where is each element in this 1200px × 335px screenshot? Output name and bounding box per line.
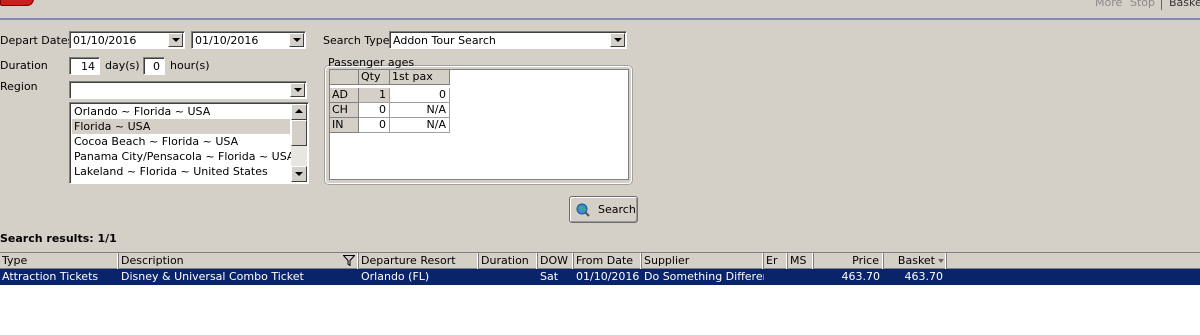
col-header-supplier[interactable]: Supplier [642, 253, 764, 269]
search-type-select[interactable]: Addon Tour Search [389, 31, 627, 49]
cell-basket: 463.70 [904, 270, 944, 283]
scroll-down-icon[interactable] [291, 166, 307, 182]
cell-from-date: 01/10/2016 [576, 270, 640, 283]
date-to-dropdown-icon[interactable] [289, 33, 304, 47]
stop-link[interactable]: Stop [1130, 0, 1155, 8]
top-toolbar: More Stop Basket [0, 0, 1200, 20]
sort-desc-icon [938, 259, 944, 263]
passenger-ages-grid[interactable]: Qty 1st pax AD 1 0 CH 0 N/A IN 0 N/A [329, 69, 629, 180]
search-globe-icon [576, 203, 590, 217]
hours-unit-label: hour(s) [170, 59, 210, 72]
days-unit-label: day(s) [105, 59, 140, 72]
depart-date-from-value: 01/10/2016 [73, 34, 137, 47]
col-header-price[interactable]: Price [814, 253, 884, 269]
col-header-type[interactable]: Type [0, 253, 119, 269]
region-option[interactable]: Cocoa Beach ~ Florida ~ USA [72, 134, 290, 149]
cell-duration [479, 269, 538, 285]
cell-dow: Sat [540, 270, 559, 283]
col-header-duration[interactable]: Duration [479, 253, 538, 269]
depart-date-from-picker[interactable]: 01/10/2016 [69, 31, 185, 49]
pax-row-type-ad: AD [330, 88, 359, 103]
duration-label: Duration [0, 59, 48, 72]
cell-er [764, 269, 788, 285]
pax-age-cell-ad[interactable]: 0 [390, 88, 450, 103]
duration-days-input[interactable]: 14 [69, 57, 100, 75]
col-header-description-label: Description [121, 254, 184, 267]
pax-age-cell-ch[interactable]: N/A [390, 103, 450, 118]
region-dropdown-icon[interactable] [290, 83, 305, 97]
cell-type: Attraction Tickets [2, 270, 99, 283]
region-list-scrollbar[interactable] [291, 104, 307, 182]
cell-supplier: Do Something Different [644, 270, 764, 283]
search-type-label: Search Type [323, 34, 390, 47]
more-link[interactable]: More [1095, 0, 1122, 8]
depart-date-to-picker[interactable]: 01/10/2016 [191, 31, 306, 49]
search-form-panel: More Stop Basket Depart Dates 01/10/2016… [0, 0, 1200, 252]
region-option[interactable]: Panama City/Pensacola ~ Florida ~ USA [72, 149, 294, 164]
pax-row-type-ch: CH [330, 103, 359, 118]
results-table-header: Type Description Departure Resort Durati… [0, 252, 1200, 269]
scroll-up-icon[interactable] [291, 104, 307, 120]
col-header-dow[interactable]: DOW [538, 253, 574, 269]
region-option-selected[interactable]: Florida ~ USA [72, 119, 290, 134]
region-input[interactable] [69, 81, 307, 99]
filter-icon[interactable] [343, 255, 355, 266]
cell-description: Disney & Universal Combo Ticket [121, 270, 304, 283]
search-type-dropdown-icon[interactable] [610, 33, 625, 47]
col-header-basket-label: Basket [897, 254, 935, 267]
col-header-ms[interactable]: MS [788, 253, 814, 269]
passenger-ages-label: Passenger ages [328, 56, 415, 69]
region-option[interactable]: Orlando ~ Florida ~ USA [72, 104, 290, 119]
col-header-basket[interactable]: Basket [884, 253, 947, 269]
basket-link[interactable]: Basket [1169, 0, 1200, 8]
cell-ms [788, 269, 814, 285]
search-button[interactable]: Search [569, 196, 638, 223]
app-logo [0, 0, 34, 6]
scroll-thumb[interactable] [291, 120, 307, 146]
search-button-label: Search [598, 203, 636, 216]
depart-dates-label: Depart Dates [0, 34, 74, 47]
search-type-value: Addon Tour Search [393, 34, 496, 47]
qty-column-header: Qty [359, 70, 390, 85]
search-results-summary: Search results: 1/1 [0, 232, 117, 245]
region-option[interactable]: Lakeland ~ Florida ~ United States [72, 164, 290, 179]
pax-qty-cell-ch[interactable]: 0 [359, 103, 390, 118]
col-header-er[interactable]: Er [764, 253, 788, 269]
depart-date-to-value: 01/10/2016 [195, 34, 259, 47]
col-header-departure-resort[interactable]: Departure Resort [359, 253, 479, 269]
cell-price: 463.70 [841, 270, 881, 283]
region-list[interactable]: Orlando ~ Florida ~ USA Florida ~ USA Co… [69, 102, 309, 184]
col-header-description[interactable]: Description [119, 253, 359, 269]
toolbar-divider [1161, 0, 1162, 10]
pax-qty-cell-in[interactable]: 0 [359, 118, 390, 133]
pax-qty-cell-ad[interactable]: 1 [359, 88, 390, 103]
grid-corner-header [330, 70, 359, 85]
date-from-dropdown-icon[interactable] [168, 33, 183, 47]
col-header-from-date[interactable]: From Date [574, 253, 642, 269]
duration-hours-input[interactable]: 0 [143, 57, 165, 75]
pax-row-type-in: IN [330, 118, 359, 133]
table-row[interactable]: Attraction Tickets Disney & Universal Co… [0, 269, 1200, 285]
cell-departure-resort: Orlando (FL) [361, 270, 430, 283]
pax-age-cell-in[interactable]: N/A [390, 118, 450, 133]
first-pax-column-header: 1st pax [390, 70, 450, 85]
region-label: Region [0, 80, 38, 93]
